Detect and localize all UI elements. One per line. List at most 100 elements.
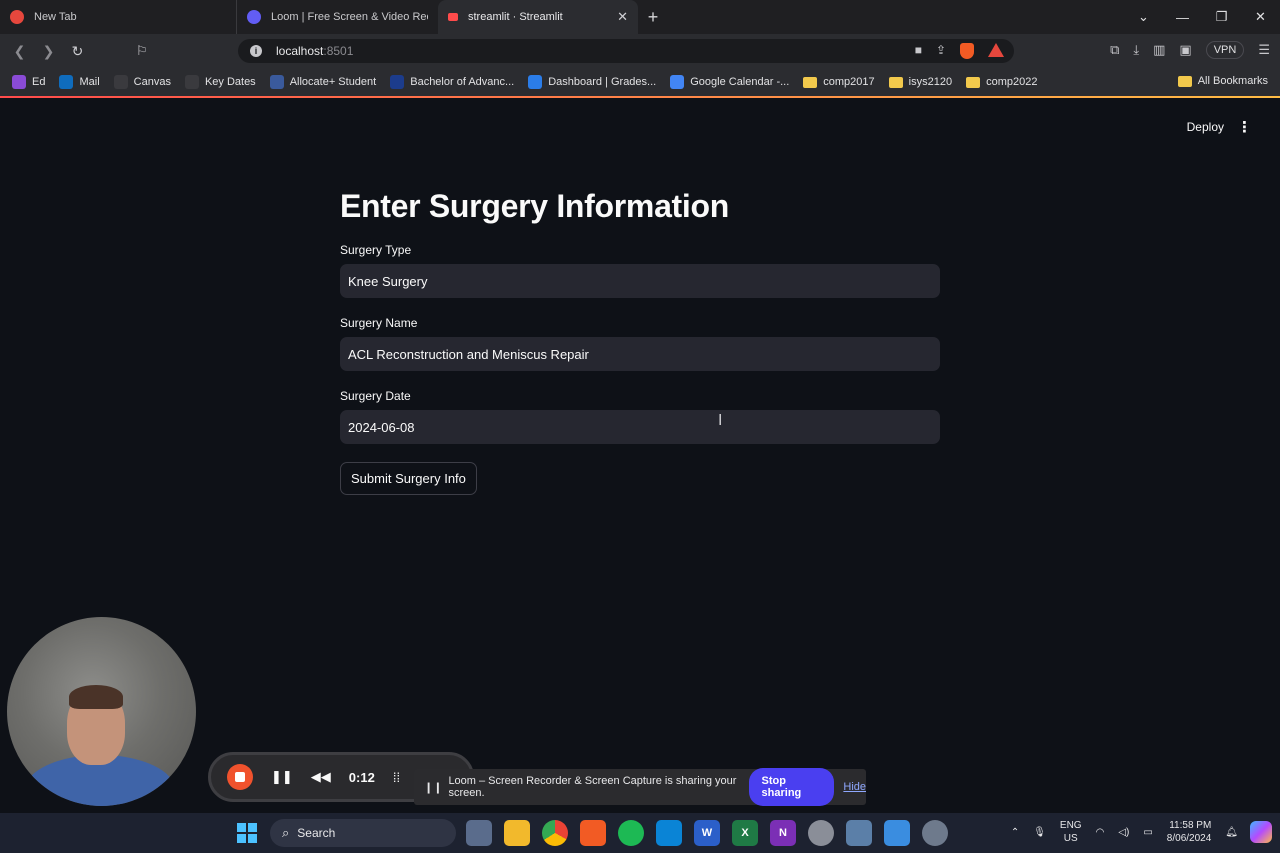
vpn-button[interactable]: VPN [1205,41,1245,59]
restore-icon[interactable]: ❐ [1202,9,1241,25]
university-icon [390,75,405,89]
calendar-icon [670,75,685,89]
taskbar-search[interactable]: ⌕ Search [270,819,456,847]
drag-handle-icon[interactable]: ❙❙ [424,781,442,794]
surgery-type-input[interactable]: Knee Surgery [340,264,940,298]
surgery-name-input[interactable]: ACL Reconstruction and Meniscus Repair [340,337,940,371]
browser-tab-bar: New Tab Loom | Free Screen & Video Recor… [0,0,1280,34]
bar-chart-icon [528,75,543,89]
surgery-type-label: Surgery Type [340,243,412,257]
tab-loom[interactable]: Loom | Free Screen & Video Recordi [236,0,438,34]
microphone-icon[interactable]: 🎙︎ [1033,827,1046,838]
back-icon[interactable]: ❮ [5,43,34,60]
stop-sharing-button[interactable]: Stop sharing [748,768,835,806]
brave-shields-icon[interactable] [960,43,974,59]
windows-start-icon[interactable] [237,823,257,843]
shield-icon [184,75,199,89]
app-icon[interactable] [808,820,834,846]
camera-icon[interactable]: ■ [915,43,922,59]
hide-link[interactable]: Hide [843,781,866,793]
tab-search-icon[interactable]: ⌄ [1124,9,1163,25]
copilot-icon[interactable] [1250,821,1272,843]
wallet-icon[interactable]: ▣ [1179,42,1191,58]
allocate-icon [269,75,284,89]
bookmark-label: Key Dates [204,76,256,88]
deploy-button[interactable]: Deploy [1187,120,1224,134]
taskbar-apps: W X N [466,820,948,846]
download-icon[interactable]: ⤓ [1133,42,1139,58]
webcam-person-hair [69,685,123,709]
bookmark-canvas[interactable]: Canvas [113,75,171,89]
region-code: US [1063,833,1078,844]
photos-icon[interactable] [846,820,872,846]
chevron-up-icon[interactable]: ⌃ [1011,827,1019,838]
notepad-icon[interactable] [884,820,910,846]
new-tab-button[interactable]: + [638,7,668,28]
stop-recording-button[interactable] [227,764,253,790]
bookmark-google-calendar[interactable]: Google Calendar -... [670,75,789,89]
window-controls: ⌄ — ❐ ✕ [1124,0,1280,34]
time-text: 11:58 PM [1169,820,1212,831]
minimize-icon[interactable]: — [1163,10,1202,25]
onenote-icon[interactable]: N [770,820,796,846]
bookmark-label: Allocate+ Student [289,76,377,88]
rewind-icon[interactable]: ◀◀ [311,769,331,785]
wifi-icon[interactable]: ◠ [1096,827,1105,838]
bookmark-key-dates[interactable]: Key Dates [184,75,256,89]
extensions-icon[interactable]: ⧉ [1110,42,1119,58]
bookmark-label: comp2017 [823,76,875,88]
share-icon[interactable]: ⇪ [936,43,946,59]
file-explorer-icon[interactable] [504,820,530,846]
all-bookmarks[interactable]: All Bookmarks [1177,75,1268,87]
chrome-icon[interactable] [542,820,568,846]
bookmark-folder-isys2120[interactable]: isys2120 [888,76,953,88]
bookmark-ed[interactable]: Ed [12,75,45,89]
bookmark-allocate[interactable]: Allocate+ Student [269,75,377,89]
vscode-icon[interactable] [656,820,682,846]
tab-label: Loom | Free Screen & Video Recordi [271,11,428,23]
bookmark-dashboard[interactable]: Dashboard | Grades... [528,75,656,89]
settings-icon[interactable] [922,820,948,846]
submit-surgery-button[interactable]: Submit Surgery Info [340,462,477,495]
site-info-icon[interactable]: i [250,45,262,57]
notification-bell-icon[interactable]: 🔔︎ [1225,827,1238,838]
url-bar[interactable]: i localhost:8501 ■ ⇪ [238,39,1014,63]
close-tab-icon[interactable]: ✕ [617,9,628,25]
reload-icon[interactable]: ↻ [63,43,92,60]
forward-icon[interactable]: ❯ [34,43,63,60]
bookmark-label: Canvas [133,76,171,88]
loom-icon [247,10,261,24]
notes-app-icon[interactable] [466,820,492,846]
spotify-icon[interactable] [618,820,644,846]
word-icon[interactable]: W [694,820,720,846]
sidebar-icon[interactable]: ▥ [1153,42,1165,58]
pause-icon[interactable]: ❚❚ [271,769,293,785]
text-cursor-icon: I [718,412,723,429]
close-window-icon[interactable]: ✕ [1241,9,1280,25]
surgery-name-label: Surgery Name [340,316,418,330]
brave-rewards-icon[interactable] [988,43,1004,57]
battery-icon[interactable]: ▭ [1143,827,1152,838]
tab-new-tab[interactable]: New Tab [0,0,236,34]
bookmark-folder-comp2017[interactable]: comp2017 [803,76,875,88]
webcam-bubble[interactable] [7,617,196,806]
language-indicator[interactable]: ENG US [1060,819,1082,845]
bookmark-bachelor[interactable]: Bachelor of Advanc... [390,75,514,89]
grid-icon[interactable]: ⁞⁞ [393,770,400,785]
bookmark-mail[interactable]: Mail [59,75,100,89]
volume-icon[interactable]: ◁) [1118,827,1129,838]
tab-streamlit[interactable]: streamlit · Streamlit ✕ [438,0,638,34]
outlook-icon [59,75,74,89]
canvas-icon [113,75,128,89]
url-host: localhost [276,44,324,58]
menu-icon[interactable]: ☰ [1258,42,1270,58]
bookmark-page-icon[interactable]: ⚐ [136,43,148,59]
bookmark-folder-comp2022[interactable]: comp2022 [966,76,1037,88]
brave-taskbar-icon[interactable] [580,820,606,846]
excel-icon[interactable]: X [732,820,758,846]
streamlit-icon [448,13,458,21]
main-menu-icon[interactable]: ⋮ [1237,118,1252,136]
surgery-date-input[interactable]: 2024-06-08 [340,410,940,444]
clock[interactable]: 11:58 PM 8/06/2024 [1167,819,1212,845]
bookmark-label: isys2120 [908,76,953,88]
